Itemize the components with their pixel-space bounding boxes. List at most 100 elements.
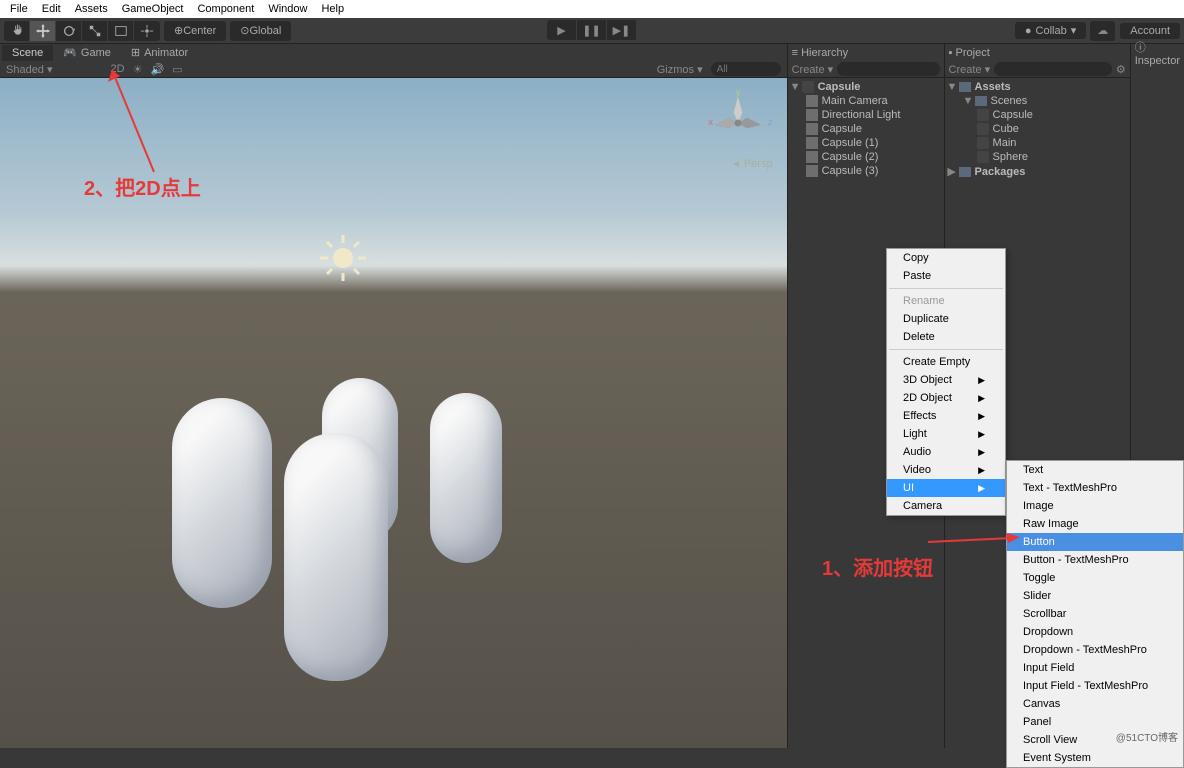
hierarchy-item[interactable]: Main Camera <box>788 94 944 108</box>
hierarchy-item[interactable]: Capsule (1) <box>788 136 944 150</box>
scale-tool[interactable] <box>82 21 108 41</box>
inspector-tab[interactable]: ⓘ Inspector <box>1135 39 1180 67</box>
menu-file[interactable]: File <box>4 1 34 17</box>
hierarchy-item[interactable]: Capsule (2) <box>788 150 944 164</box>
gameobject-icon <box>806 123 818 135</box>
gameobject-icon <box>806 109 818 121</box>
submenu-image[interactable]: Image <box>1007 497 1183 515</box>
collab-button[interactable]: ● Collab ▾ <box>1015 22 1086 39</box>
menu-help[interactable]: Help <box>315 1 350 17</box>
submenu-input-tmp[interactable]: Input Field - TextMeshPro <box>1007 677 1183 695</box>
submenu-dropdown-tmp[interactable]: Dropdown - TextMeshPro <box>1007 641 1183 659</box>
menu-duplicate[interactable]: Duplicate <box>887 310 1005 328</box>
tab-game[interactable]: 🎮 Game <box>53 44 121 61</box>
hierarchy-item[interactable]: Capsule <box>788 122 944 136</box>
audio-icon[interactable]: 🔊 <box>150 63 164 76</box>
menu-audio[interactable]: Audio▶ <box>887 443 1005 461</box>
scenes-folder[interactable]: ▼Scenes <box>945 94 1130 108</box>
menu-camera[interactable]: Camera <box>887 497 1005 515</box>
shading-dropdown[interactable]: Shaded ▾ <box>6 63 53 76</box>
menu-3d-object[interactable]: 3D Object▶ <box>887 371 1005 389</box>
tab-scene[interactable]: Scene <box>2 45 53 61</box>
viewport[interactable]: y z x ◄ Persp <box>0 78 787 748</box>
submenu-scrollbar[interactable]: Scrollbar <box>1007 605 1183 623</box>
hierarchy-search[interactable] <box>837 62 939 76</box>
menu-rename: Rename <box>887 292 1005 310</box>
submenu-canvas[interactable]: Canvas <box>1007 695 1183 713</box>
menubar: File Edit Assets GameObject Component Wi… <box>0 0 1184 18</box>
transform-tools <box>4 21 160 41</box>
gameobject-icon <box>806 95 818 107</box>
submenu-raw-image[interactable]: Raw Image <box>1007 515 1183 533</box>
gizmos-dropdown[interactable]: Gizmos ▾ <box>657 63 703 76</box>
project-search[interactable] <box>994 62 1112 76</box>
context-menu-gameobject: Copy Paste Rename Duplicate Delete Creat… <box>886 248 1006 516</box>
menu-effects[interactable]: Effects▶ <box>887 407 1005 425</box>
filter-icon[interactable]: ⚙ <box>1116 63 1126 76</box>
persp-label[interactable]: ◄ Persp <box>731 158 772 170</box>
scene-asset[interactable]: Cube <box>945 122 1130 136</box>
submenu-text[interactable]: Text <box>1007 461 1183 479</box>
project-tab[interactable]: ▪ Project <box>949 47 990 59</box>
submenu-toggle[interactable]: Toggle <box>1007 569 1183 587</box>
2d-toggle[interactable]: 2D <box>111 63 125 75</box>
play-button[interactable]: ▶ <box>547 20 577 40</box>
submenu-input[interactable]: Input Field <box>1007 659 1183 677</box>
gameobject-icon <box>806 137 818 149</box>
hand-tool[interactable] <box>4 21 30 41</box>
move-tool[interactable] <box>30 21 56 41</box>
scene-icon <box>977 137 989 149</box>
space-button[interactable]: ⊙ Global <box>230 21 291 41</box>
hierarchy-item[interactable]: Capsule (3) <box>788 164 944 178</box>
scene-icon <box>977 123 989 135</box>
menu-delete[interactable]: Delete <box>887 328 1005 346</box>
menu-ui[interactable]: UI▶ <box>887 479 1005 497</box>
menu-component[interactable]: Component <box>191 1 260 17</box>
menu-light[interactable]: Light▶ <box>887 425 1005 443</box>
hierarchy-item[interactable]: Directional Light <box>788 108 944 122</box>
scene-root[interactable]: ▼Capsule <box>788 80 944 94</box>
submenu-slider[interactable]: Slider <box>1007 587 1183 605</box>
pivot-button[interactable]: ⊕ Center <box>164 21 226 41</box>
hierarchy-tab[interactable]: ≡ Hierarchy <box>792 47 849 59</box>
menu-edit[interactable]: Edit <box>36 1 67 17</box>
fx-icon[interactable]: ▭ <box>172 63 182 76</box>
submenu-event-system[interactable]: Event System <box>1007 749 1183 767</box>
menu-window[interactable]: Window <box>262 1 313 17</box>
transform-tool[interactable] <box>134 21 160 41</box>
create-dropdown[interactable]: Create ▾ <box>792 63 834 76</box>
capsule-obj[interactable] <box>172 398 272 608</box>
orientation-gizmo[interactable]: y z x <box>703 88 773 158</box>
rotate-tool[interactable] <box>56 21 82 41</box>
cloud-icon[interactable]: ☁ <box>1090 21 1116 41</box>
capsule-obj[interactable] <box>284 433 388 681</box>
submenu-dropdown[interactable]: Dropdown <box>1007 623 1183 641</box>
packages-folder[interactable]: ▶Packages <box>945 164 1130 179</box>
menu-copy[interactable]: Copy <box>887 249 1005 267</box>
scene-panel: Scene 🎮 Game ⊞ Animator Shaded ▾ 2D ☀ 🔊 … <box>0 44 787 748</box>
scene-asset[interactable]: Capsule <box>945 108 1130 122</box>
pause-button[interactable]: ❚❚ <box>577 20 607 40</box>
submenu-button-tmp[interactable]: Button - TextMeshPro <box>1007 551 1183 569</box>
scene-search[interactable] <box>711 62 781 76</box>
menu-assets[interactable]: Assets <box>69 1 114 17</box>
menu-create-empty[interactable]: Create Empty <box>887 353 1005 371</box>
svg-text:x: x <box>708 117 713 128</box>
rect-tool[interactable] <box>108 21 134 41</box>
tab-animator[interactable]: ⊞ Animator <box>121 44 198 61</box>
create-dropdown[interactable]: Create ▾ <box>949 63 991 76</box>
submenu-button[interactable]: Button <box>1007 533 1183 551</box>
light-icon[interactable]: ☀ <box>133 63 143 76</box>
menu-gameobject[interactable]: GameObject <box>116 1 190 17</box>
menu-video[interactable]: Video▶ <box>887 461 1005 479</box>
account-button[interactable]: Account <box>1120 23 1180 39</box>
submenu-text-tmp[interactable]: Text - TextMeshPro <box>1007 479 1183 497</box>
step-button[interactable]: ▶❚ <box>607 20 637 40</box>
scene-asset[interactable]: Sphere <box>945 150 1130 164</box>
menu-2d-object[interactable]: 2D Object▶ <box>887 389 1005 407</box>
capsule-obj[interactable] <box>430 393 502 563</box>
assets-folder[interactable]: ▼Assets <box>945 80 1130 94</box>
menu-paste[interactable]: Paste <box>887 267 1005 285</box>
scene-asset[interactable]: Main <box>945 136 1130 150</box>
directional-light-gizmo[interactable] <box>318 233 368 283</box>
